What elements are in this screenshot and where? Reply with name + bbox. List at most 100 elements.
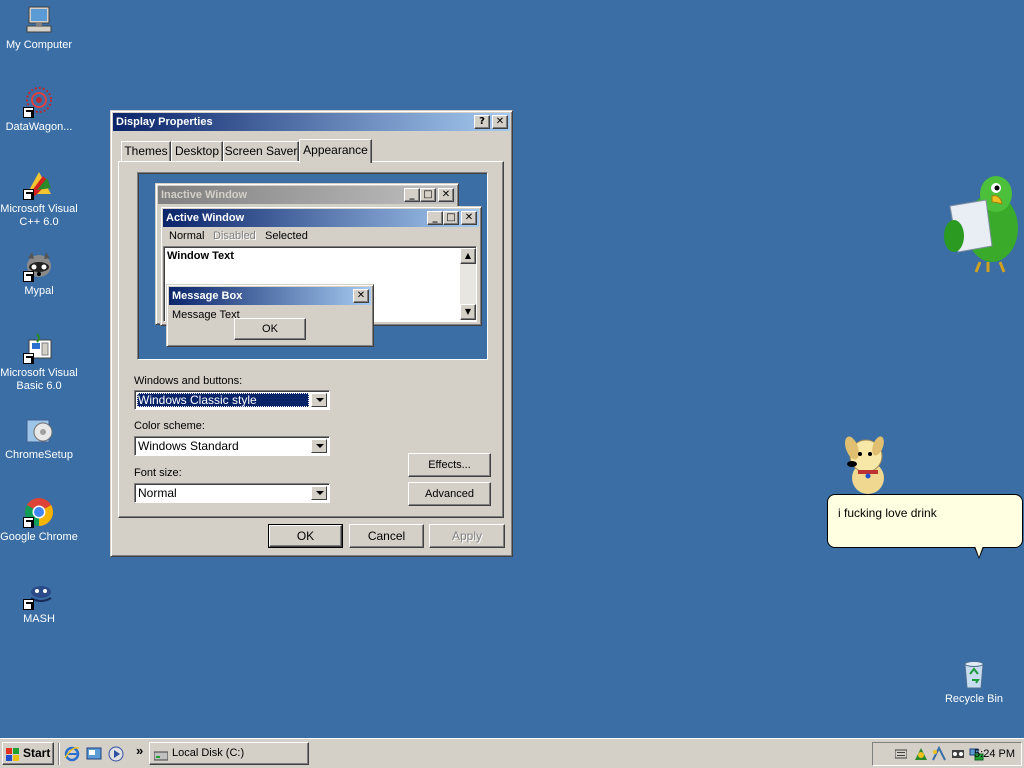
shortcut-arrow-icon xyxy=(23,107,34,118)
desktop-icon-label: Mypal xyxy=(24,285,54,297)
keyboard-tray-icon[interactable] xyxy=(894,747,908,761)
apply-button-label: Apply xyxy=(451,529,483,543)
raccoon-icon xyxy=(23,250,55,282)
desktop-icon-label: Microsoft Visual C++ 6.0 xyxy=(0,203,78,228)
taskbar: Start » Local Disk (C:) 5:24 PM xyxy=(0,738,1024,768)
tab-label: Desktop xyxy=(174,144,220,158)
dog-agent-icon[interactable] xyxy=(838,434,890,496)
visual-cpp-icon xyxy=(23,168,55,200)
scroll-up-icon: ▲ xyxy=(460,248,476,264)
font-size-dropdown[interactable]: Normal xyxy=(134,483,330,503)
system-tray: 5:24 PM xyxy=(872,742,1022,766)
parrot-agent-icon[interactable] xyxy=(940,166,1024,274)
drive-icon xyxy=(153,748,169,761)
font-size-label: Font size: xyxy=(134,467,182,479)
installer-icon xyxy=(23,414,55,446)
advanced-button[interactable]: Advanced xyxy=(408,482,491,506)
preview-inactive-titlebar: Inactive Window _ □ ✕ xyxy=(158,186,456,204)
desktop-icon-label: My Computer xyxy=(5,39,73,51)
tab-label: Themes xyxy=(124,144,168,158)
close-button[interactable]: ✕ xyxy=(492,115,508,129)
advanced-button-label: Advanced xyxy=(425,488,474,500)
ok-button-label: OK xyxy=(296,529,315,543)
desktop-icon-mash[interactable]: MASH xyxy=(0,578,78,626)
preview-active-title: Active Window xyxy=(166,212,245,224)
tab-label: Appearance xyxy=(303,143,368,157)
desktop-icon-my-computer[interactable]: My Computer xyxy=(0,4,78,52)
dialog-title: Display Properties xyxy=(116,116,213,128)
windows-logo-icon xyxy=(6,747,20,761)
preview-message-box: Message Box ✕ Message Text OK xyxy=(166,284,374,347)
font-size-value: Normal xyxy=(138,486,177,500)
quicklaunch-chevron[interactable]: » xyxy=(136,743,143,758)
help-button[interactable]: ? xyxy=(474,115,490,129)
dropdown-arrow-icon[interactable] xyxy=(311,439,327,453)
desktop-icon-label: Microsoft Visual Basic 6.0 xyxy=(0,367,78,392)
datawagon-icon xyxy=(23,86,55,118)
shortcut-arrow-icon xyxy=(23,517,34,528)
quicklaunch-separator xyxy=(58,743,60,765)
preview-menu-selected: Selected xyxy=(265,230,308,242)
effects-button-label: Effects... xyxy=(428,459,471,471)
ie-icon[interactable] xyxy=(64,746,80,762)
shortcut-arrow-icon xyxy=(23,189,34,200)
preview-inactive-title: Inactive Window xyxy=(161,189,248,201)
maximize-icon: □ xyxy=(443,211,459,225)
close-icon: ✕ xyxy=(353,289,369,303)
preview-msgbox-titlebar: Message Box ✕ xyxy=(169,287,371,305)
preview-menu-bar: Normal Disabled Selected xyxy=(163,228,479,245)
preview-scrollbar: ▲ ▼ xyxy=(460,248,476,320)
desktop-icon-label: DataWagon... xyxy=(5,121,73,133)
cancel-button[interactable]: Cancel xyxy=(349,524,424,548)
speech-bubble-tail xyxy=(974,546,984,559)
preview-msgbox-title: Message Box xyxy=(172,290,243,302)
tab-appearance[interactable]: Appearance xyxy=(299,139,372,163)
color-scheme-value: Windows Standard xyxy=(138,439,239,453)
effects-button[interactable]: Effects... xyxy=(408,453,491,477)
desktop-icon-label: Google Chrome xyxy=(0,531,78,543)
preview-menu-disabled: Disabled xyxy=(213,230,256,242)
speech-bubble: i fucking love drink xyxy=(827,494,1023,559)
windows-buttons-dropdown[interactable]: Windows Classic style xyxy=(134,390,330,410)
dropdown-arrow-icon[interactable] xyxy=(311,486,327,500)
chrome-icon xyxy=(23,496,55,528)
task-button-local-disk[interactable]: Local Disk (C:) xyxy=(149,742,309,765)
desktop-icon-google-chrome[interactable]: Google Chrome xyxy=(0,496,78,544)
clock[interactable]: 5:24 PM xyxy=(974,748,1015,760)
dialog-titlebar[interactable]: Display Properties ? ✕ xyxy=(113,113,510,131)
wizard-tray-icon[interactable] xyxy=(931,745,947,762)
robot-tray-icon[interactable] xyxy=(950,746,966,762)
show-desktop-icon[interactable] xyxy=(86,746,102,762)
tab-desktop[interactable]: Desktop xyxy=(171,141,223,161)
close-icon: ✕ xyxy=(438,188,454,202)
start-button[interactable]: Start xyxy=(2,742,54,765)
tab-themes[interactable]: Themes xyxy=(121,141,171,161)
preview-window-text: Window Text xyxy=(167,250,234,262)
desktop-icon-label: ChromeSetup xyxy=(5,449,73,461)
preview-msgbox-ok: OK xyxy=(234,318,306,340)
task-button-label: Local Disk (C:) xyxy=(172,747,245,759)
desktop-icon-mypal[interactable]: Mypal xyxy=(0,250,78,298)
minimize-icon: _ xyxy=(427,211,443,225)
dropdown-arrow-icon[interactable] xyxy=(311,393,327,407)
shortcut-arrow-icon xyxy=(23,599,34,610)
agent-tray-icon[interactable] xyxy=(913,746,929,762)
desktop-icon-visual-cpp[interactable]: Microsoft Visual C++ 6.0 xyxy=(0,168,78,229)
desktop-icon-chromesetup[interactable]: ChromeSetup xyxy=(0,414,78,462)
speech-bubble-text: i fucking love drink xyxy=(838,506,937,520)
desktop-icon-datawagon[interactable]: DataWagon... xyxy=(0,86,78,134)
tab-screen-saver[interactable]: Screen Saver xyxy=(223,141,299,161)
color-scheme-dropdown[interactable]: Windows Standard xyxy=(134,436,330,456)
desktop-icon-recycle-bin[interactable]: Recycle Bin xyxy=(935,658,1013,706)
scroll-down-icon: ▼ xyxy=(460,304,476,320)
ok-button[interactable]: OK xyxy=(268,524,343,548)
visual-basic-icon xyxy=(23,332,55,364)
close-icon: ✕ xyxy=(461,211,477,225)
shortcut-arrow-icon xyxy=(23,271,34,282)
desktop-icon-visual-basic[interactable]: Microsoft Visual Basic 6.0 xyxy=(0,332,78,393)
tab-label: Screen Saver xyxy=(224,144,298,158)
preview-menu-normal: Normal xyxy=(169,230,205,242)
media-player-icon[interactable] xyxy=(108,746,124,762)
apply-button[interactable]: Apply xyxy=(429,524,505,548)
windows-buttons-label: Windows and buttons: xyxy=(134,375,243,387)
